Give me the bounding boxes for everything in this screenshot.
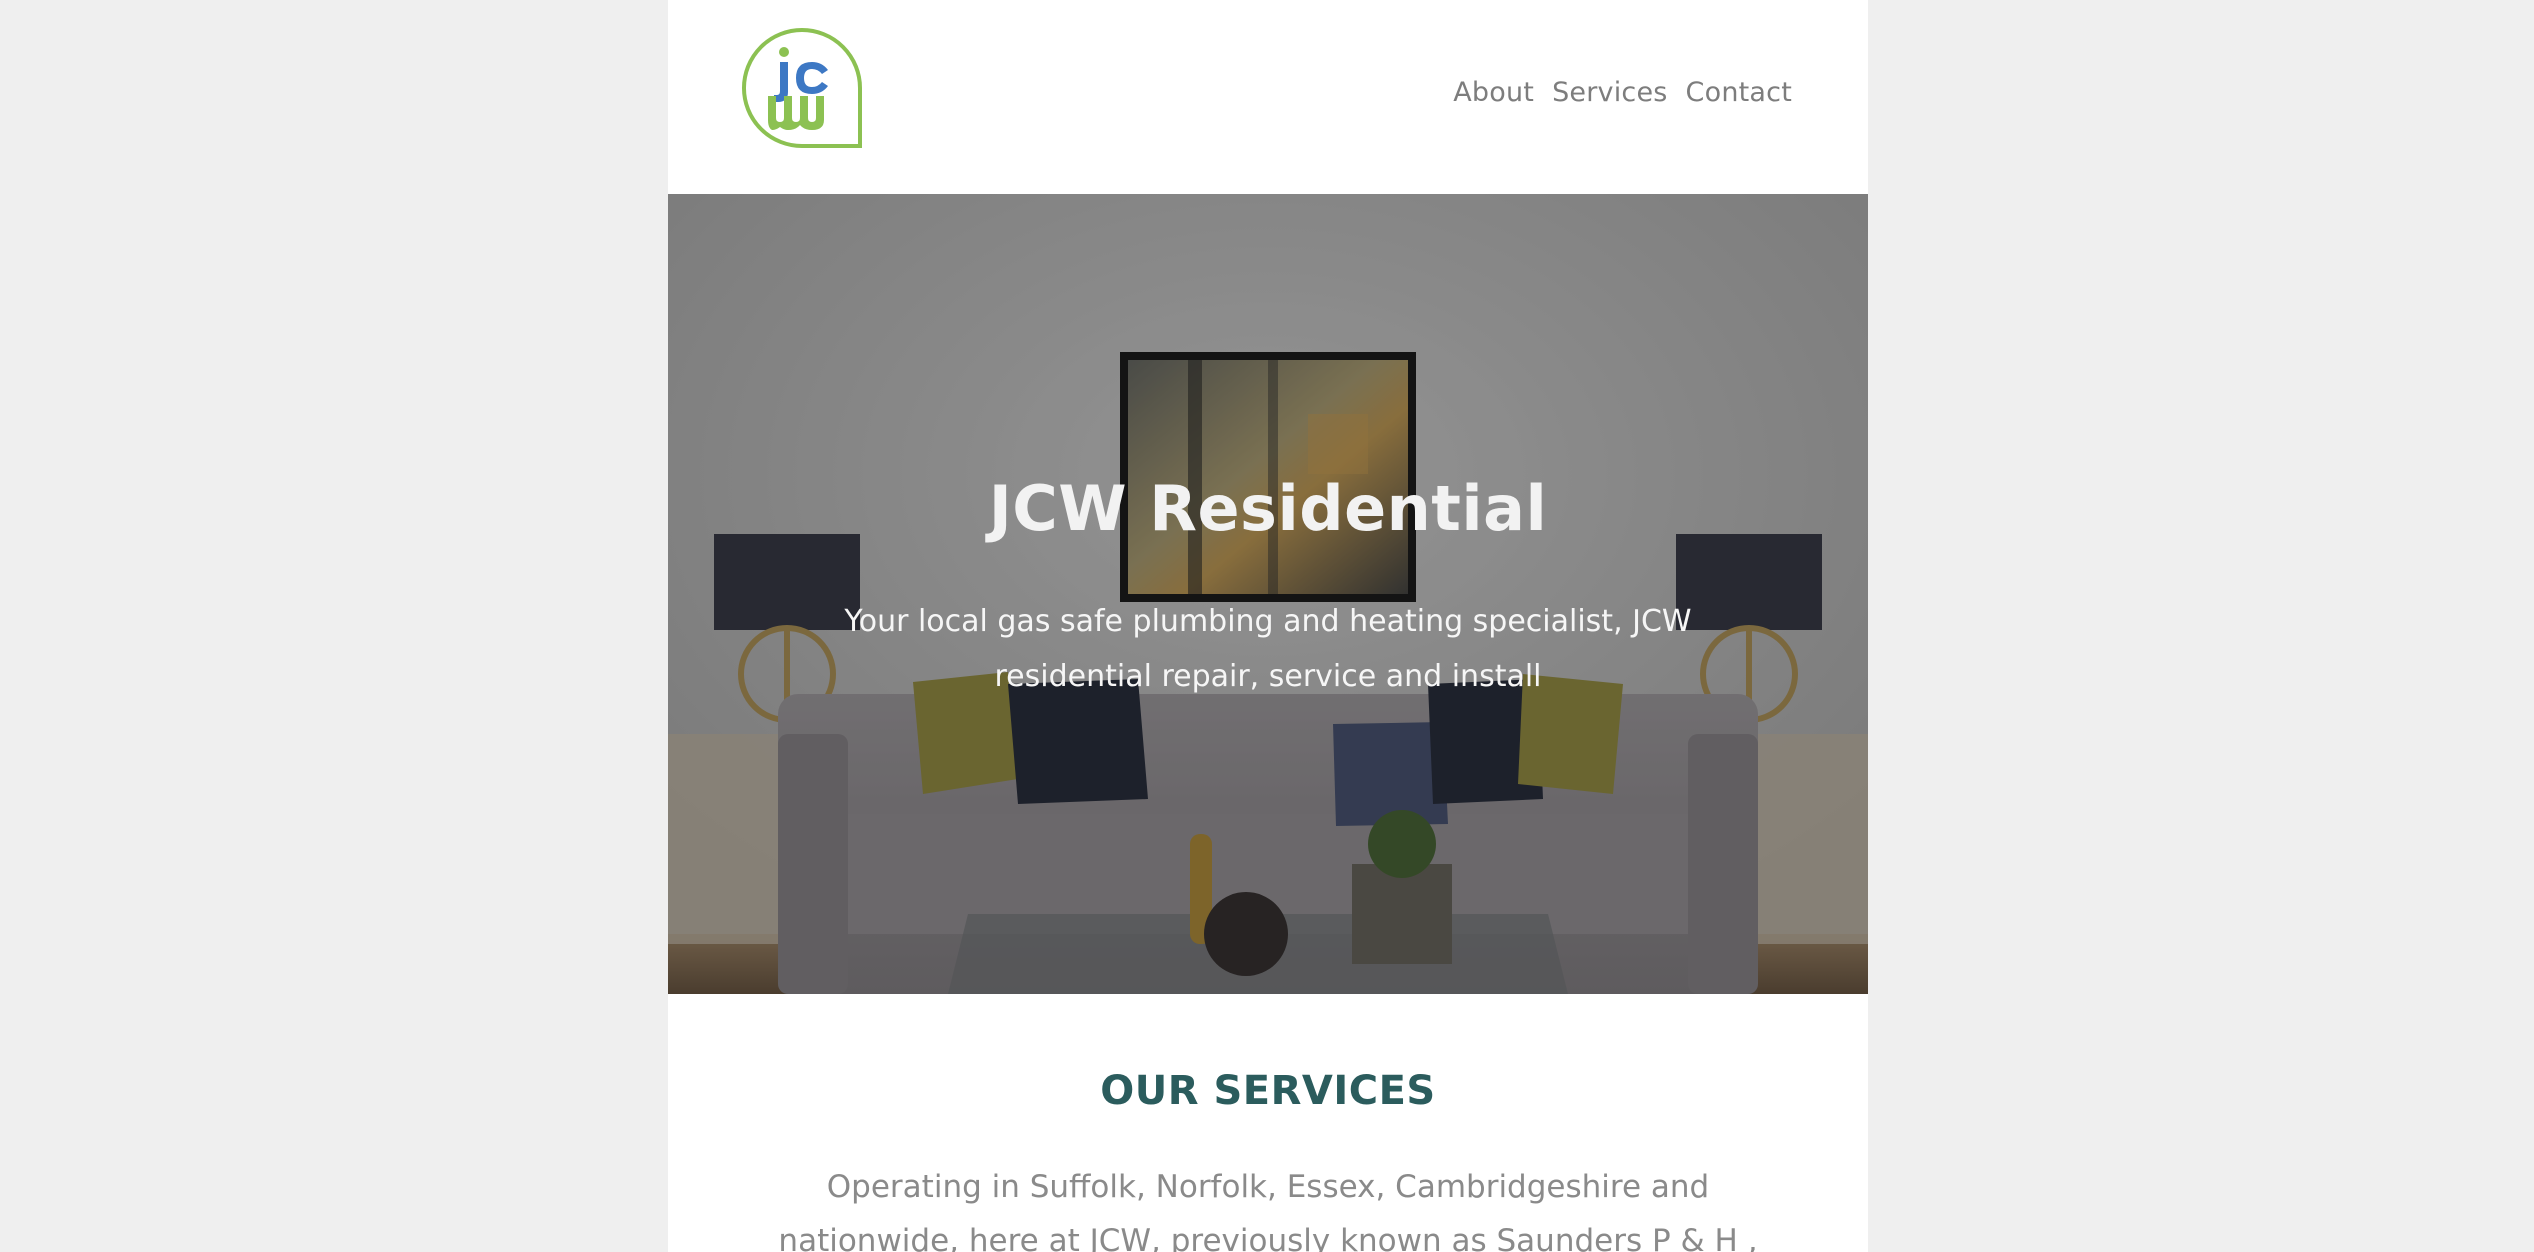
nav-link-about[interactable]: About (1453, 77, 1534, 108)
nav-link-services[interactable]: Services (1552, 77, 1667, 108)
services-heading: OUR SERVICES (1100, 1068, 1436, 1114)
jcw-logo[interactable] (740, 26, 864, 150)
page: About Services Contact JCW Residential Y… (668, 0, 1868, 1252)
main-nav: About Services Contact (1453, 77, 1792, 108)
hero-subtitle: Your local gas safe plumbing and heating… (844, 604, 1692, 694)
hero-banner: JCW Residential Your local gas safe plum… (668, 194, 1868, 994)
nav-link-contact[interactable]: Contact (1686, 77, 1792, 108)
hero-title: JCW Residential (988, 472, 1548, 545)
site-header: About Services Contact (668, 0, 1868, 194)
services-intro: Operating in Suffolk, Norfolk, Essex, Ca… (778, 1169, 1758, 1252)
